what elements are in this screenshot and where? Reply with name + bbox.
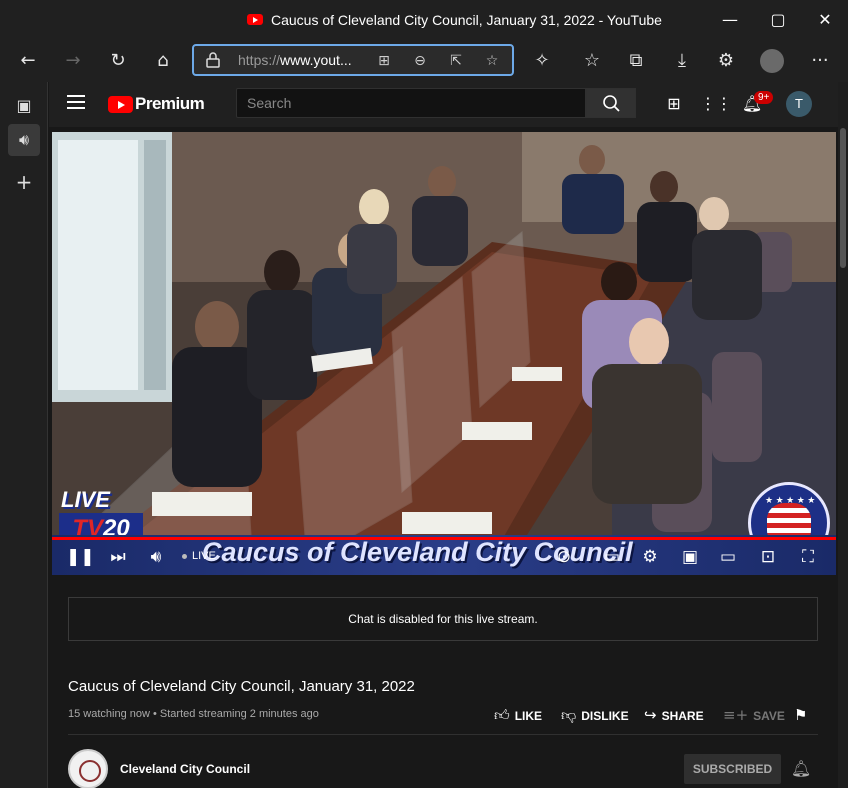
address-bar[interactable]: https://www.yout... ⊞ ⊖ ⇱ ☆: [192, 44, 514, 76]
profile-avatar[interactable]: [760, 49, 784, 73]
search-box: [236, 88, 586, 118]
pause-button[interactable]: ❚❚: [66, 545, 95, 569]
video-frame-image: [52, 132, 836, 575]
next-button[interactable]: ⏭︎: [106, 545, 130, 569]
apps-grid-icon[interactable]: ⋮⋮: [700, 91, 732, 117]
account-avatar[interactable]: T: [786, 91, 812, 117]
video-progress-bar[interactable]: [52, 537, 836, 540]
browser-toolbar: ← → ↻ ⌂ https://www.yout... ⊞ ⊖ ⇱ ☆ ✧ ☆ …: [0, 40, 848, 82]
settings-gear-icon[interactable]: ⚙: [638, 545, 662, 569]
create-video-icon[interactable]: ⊞: [661, 91, 687, 117]
close-button[interactable]: ✕: [805, 6, 845, 34]
collections-icon[interactable]: ⧉: [622, 47, 650, 75]
scrollbar-thumb[interactable]: [840, 128, 846, 268]
search-input[interactable]: [237, 89, 585, 117]
home-button[interactable]: ⌂: [149, 47, 177, 75]
extensions-icon[interactable]: ✧: [528, 47, 556, 75]
audio-tab-icon[interactable]: 🔊︎: [8, 124, 40, 156]
window-title: Caucus of Cleveland City Council, Januar…: [271, 12, 662, 28]
miniplayer-icon[interactable]: ▣: [678, 545, 702, 569]
page-scrollbar[interactable]: [838, 82, 848, 788]
theater-mode-icon[interactable]: ▭: [716, 545, 740, 569]
app-available-icon[interactable]: ⊞: [374, 51, 394, 71]
thumbs-up-icon: 👍︎: [494, 706, 510, 724]
like-button[interactable]: 👍︎ LIKE: [494, 706, 542, 725]
volume-icon[interactable]: 🔊︎: [144, 545, 168, 569]
live-indicator[interactable]: LIVE: [182, 550, 216, 562]
dislike-button[interactable]: 👎︎ DISLIKE: [561, 706, 629, 725]
video-title: Caucus of Cleveland City Council, Januar…: [68, 678, 415, 695]
add-favorite-icon[interactable]: ☆: [482, 51, 502, 71]
fullscreen-icon[interactable]: ⛶: [796, 545, 820, 569]
thumbs-down-icon: 👎︎: [561, 706, 577, 724]
channel-name[interactable]: Cleveland City Council: [120, 762, 250, 776]
youtube-favicon-icon: [247, 14, 263, 25]
notification-count-badge: 9+: [754, 91, 774, 104]
youtube-play-icon: [108, 96, 133, 113]
channel-notification-bell-icon[interactable]: 🔔︎: [789, 757, 813, 781]
tab-actions-icon[interactable]: ▣: [8, 90, 40, 122]
live-logo-text: LIVE: [61, 487, 110, 512]
chat-disabled-message: Chat is disabled for this live stream.: [348, 612, 538, 626]
back-button[interactable]: ←: [14, 47, 42, 75]
logo-wordmark: Premium: [135, 94, 205, 113]
lock-icon: [206, 52, 220, 68]
maximize-button[interactable]: ▢: [758, 6, 798, 34]
zoom-out-icon[interactable]: ⊖: [410, 51, 430, 71]
search-button[interactable]: [586, 88, 636, 118]
live-chat-panel: Chat is disabled for this live stream.: [68, 597, 818, 641]
new-tab-icon[interactable]: +: [8, 166, 40, 198]
channel-avatar[interactable]: [68, 749, 108, 788]
report-button[interactable]: ⚑: [794, 706, 812, 724]
share-button[interactable]: ↪ SHARE: [644, 706, 704, 724]
live-label: LIVE: [192, 550, 216, 562]
cast-icon[interactable]: ⊡: [756, 545, 780, 569]
share-arrow-icon: ↪: [644, 706, 657, 724]
video-meta: 15 watching now • Started streaming 2 mi…: [68, 708, 319, 720]
youtube-page: Premium ⊞ ⋮⋮ 🔔︎ 9+ T: [49, 82, 848, 788]
autoplay-toggle[interactable]: ⊙: [552, 545, 576, 569]
minimize-button[interactable]: —: [710, 6, 750, 34]
vertical-tab-sidebar: ▣ 🔊︎ +: [0, 82, 48, 788]
live-dot-icon: [182, 553, 187, 559]
url-text: https://www.yout...: [238, 52, 352, 68]
performance-icon[interactable]: ⚙: [712, 47, 740, 75]
youtube-header: Premium ⊞ ⋮⋮ 🔔︎ 9+ T: [49, 82, 838, 127]
refresh-button[interactable]: ↻: [104, 47, 132, 75]
save-button[interactable]: ≡+ SAVE: [723, 706, 785, 724]
subscribed-button[interactable]: SUBSCRIBED: [684, 754, 781, 784]
search-icon: [603, 95, 620, 112]
more-menu-button[interactable]: ···: [806, 47, 834, 75]
forward-button[interactable]: →: [59, 47, 87, 75]
flag-icon: ⚑: [794, 706, 808, 724]
favorites-icon[interactable]: ☆: [578, 47, 606, 75]
playlist-add-icon: ≡+: [723, 706, 749, 724]
video-player[interactable]: LIVE TV20 ★ ★ ★ ★ ★ Caucus of Cleveland …: [52, 132, 836, 575]
share-page-icon[interactable]: ⇱: [446, 51, 466, 71]
downloads-icon[interactable]: ⤓: [668, 47, 696, 75]
progress-fill: [52, 537, 836, 540]
info-divider: [68, 734, 818, 735]
hamburger-menu-icon[interactable]: [67, 95, 85, 109]
window-title-bar: Caucus of Cleveland City Council, Januar…: [0, 0, 848, 40]
subtitles-icon[interactable]: ▭: [600, 545, 624, 569]
